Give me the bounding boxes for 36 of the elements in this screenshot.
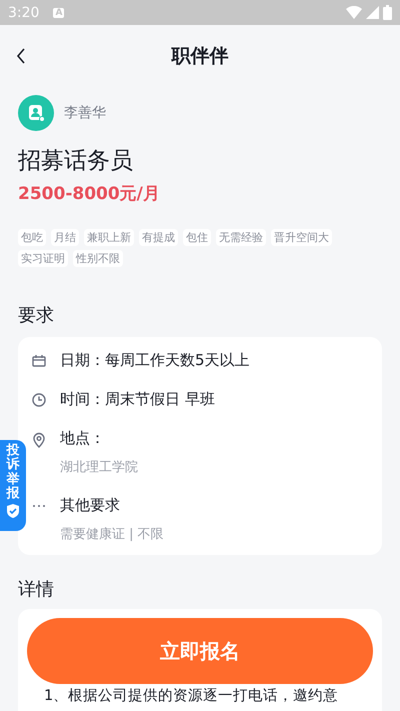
publisher-name: 李善华 [64, 104, 106, 122]
report-label: 投诉举报 [6, 444, 20, 502]
requirement-label: 其他要求 [60, 496, 121, 515]
requirement-label: 时间：周末节假日 早班 [60, 390, 215, 409]
job-tag: 包吃 [18, 229, 46, 246]
status-time: 3:20 [8, 4, 40, 20]
back-icon[interactable] [16, 48, 26, 64]
avatar-icon [18, 95, 54, 131]
wifi-icon [346, 6, 362, 19]
requirement-label: 日期：每周工作天数5天以上 [60, 351, 250, 370]
job-tag: 有提成 [139, 229, 178, 246]
job-tag: 无需经验 [216, 229, 266, 246]
details-text: 1、根据公司提供的资源逐一打电话，邀约意 [44, 688, 338, 704]
job-tag: 兼职上新 [84, 229, 134, 246]
job-tag: 包住 [183, 229, 211, 246]
requirement-label: 地点： [60, 429, 106, 448]
shield-check-icon [6, 503, 20, 520]
section-heading: 要求 [17, 304, 55, 327]
salary: 2500-8000元/月 [17, 183, 161, 205]
battery-icon [383, 5, 392, 20]
notification-icon: A [53, 8, 64, 18]
location-pin-icon [32, 432, 46, 448]
job-tag: 晋升空间大 [271, 229, 332, 246]
clock-icon [32, 393, 46, 407]
requirement-detail: 需要健康证 | 不限 [60, 526, 164, 543]
report-tab[interactable]: 投诉举报 [0, 440, 26, 531]
calendar-icon [32, 354, 46, 368]
apply-button[interactable]: 立即报名 [27, 618, 373, 684]
job-tag: 性别不限 [73, 250, 123, 267]
signal-icon [366, 6, 379, 19]
job-tag: 实习证明 [18, 250, 68, 267]
job-tag: 月结 [51, 229, 79, 246]
page-title: 职伴伴 [172, 44, 228, 69]
requirement-detail: 湖北理工学院 [60, 459, 138, 476]
section-heading: 详情 [17, 578, 55, 601]
job-title: 招募话务员 [17, 147, 134, 176]
